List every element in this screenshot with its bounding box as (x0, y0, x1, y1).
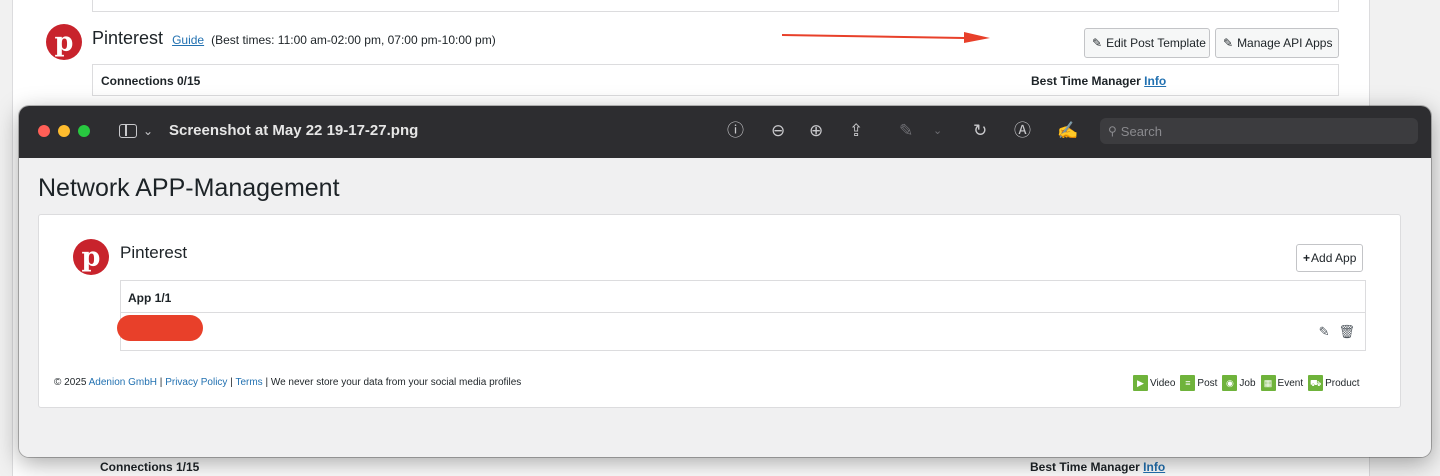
trash-icon[interactable]: 🗑 (1338, 324, 1355, 340)
redacted-app-name (117, 315, 203, 341)
edit-post-template-button[interactable]: ✎ Edit Post Template (1084, 28, 1210, 58)
search-field[interactable]: ⚲ Search (1100, 118, 1418, 144)
best-times-text: (Best times: 11:00 am-02:00 pm, 07:00 pm… (211, 33, 496, 47)
search-placeholder: Search (1120, 123, 1162, 139)
background-row-top (92, 0, 1339, 12)
pencil-icon: ✎ (1223, 36, 1234, 50)
pinterest-logo-icon: p (46, 24, 82, 60)
info-icon[interactable]: ⓘ (727, 120, 744, 142)
zoom-in-icon[interactable]: ⊕ (809, 120, 823, 142)
pencil-icon: ✎ (1092, 36, 1103, 50)
document-content: Network APP-Management p Pinterest + Add… (19, 158, 1431, 457)
search-icon: ⚲ (1108, 124, 1117, 138)
post-type-job: Job (1239, 377, 1256, 389)
best-time-manager-label: Best Time Manager Info (1030, 460, 1166, 474)
best-time-manager-label: Best Time Manager Info (1031, 74, 1167, 88)
guide-link[interactable]: Guide (172, 33, 204, 47)
markup-pen-icon[interactable]: ✎ (899, 120, 913, 142)
post-type-legend: ▶ Video ≡ Post ◉ Job ▦ Event ⛟ Product (1133, 375, 1360, 391)
apps-table: App 1/1 ✎ 🗑 (117, 280, 1366, 351)
share-icon[interactable]: ⇪ (849, 120, 863, 142)
post-type-product: Product (1325, 377, 1360, 389)
chevron-down-icon[interactable]: ⌄ (933, 120, 942, 142)
product-icon: ⛟ (1308, 375, 1324, 391)
post-type-video: Video (1150, 377, 1176, 389)
annotation-arrow-icon (782, 32, 990, 43)
window-titlebar[interactable]: ⌄ Screenshot at May 22 19-17-27.png ⓘ ⊖ … (19, 106, 1431, 158)
company-link[interactable]: Adenion GmbH (89, 377, 157, 388)
connections-table-header: Connections 0/15 Best Time Manager Info (92, 64, 1339, 96)
post-type-post: Post (1197, 377, 1218, 389)
add-app-button[interactable]: + Add App (1296, 244, 1364, 272)
connections-count: Connections 0/15 (101, 74, 201, 88)
document-title: Screenshot at May 22 19-17-27.png (169, 122, 419, 139)
markup-icon[interactable]: Ⓐ (1014, 120, 1031, 142)
job-icon: ◉ (1222, 375, 1238, 391)
edit-icon[interactable]: ✎ (1319, 324, 1330, 340)
connections-table-header-bottom: Connections 1/15 Best Time Manager Info (92, 456, 1339, 476)
network-card: p Pinterest + Add App App 1/1 ✎ 🗑 © 2025… (38, 214, 1401, 408)
manage-api-apps-button[interactable]: ✎ Manage API Apps (1215, 28, 1339, 58)
network-name: Pinterest (92, 28, 164, 48)
info-link[interactable]: Info (1144, 74, 1166, 88)
zoom-out-icon[interactable]: ⊖ (771, 120, 785, 142)
info-link[interactable]: Info (1143, 460, 1165, 474)
privacy-policy-link[interactable]: Privacy Policy (165, 377, 227, 388)
apps-table-header: App 1/1 (121, 281, 1365, 313)
post-type-event: Event (1277, 377, 1304, 389)
sidebar-toggle-icon[interactable] (119, 124, 137, 138)
chevron-down-icon[interactable]: ⌄ (143, 120, 153, 142)
minimize-window-button[interactable] (58, 125, 70, 137)
page-title: Network APP-Management (38, 174, 340, 202)
terms-link[interactable]: Terms (235, 377, 262, 388)
connections-count: Connections 1/15 (100, 460, 200, 474)
signature-icon[interactable]: ✍ (1057, 120, 1078, 142)
event-icon: ▦ (1260, 375, 1276, 391)
pinterest-logo-icon: p (73, 239, 109, 275)
network-title: Pinterest Guide (Best times: 11:00 am-02… (92, 28, 496, 49)
network-name: Pinterest (120, 243, 188, 262)
preview-window: ⌄ Screenshot at May 22 19-17-27.png ⓘ ⊖ … (19, 106, 1431, 457)
footer: © 2025 Adenion GmbH | Privacy Policy | T… (54, 377, 522, 388)
row-actions: ✎ 🗑 (1319, 324, 1355, 340)
video-icon: ▶ (1133, 375, 1148, 391)
zoom-window-button[interactable] (78, 125, 90, 137)
rotate-icon[interactable]: ↻ (973, 120, 987, 142)
close-window-button[interactable] (38, 125, 50, 137)
post-icon: ≡ (1180, 375, 1196, 391)
plus-icon: + (1303, 251, 1311, 265)
